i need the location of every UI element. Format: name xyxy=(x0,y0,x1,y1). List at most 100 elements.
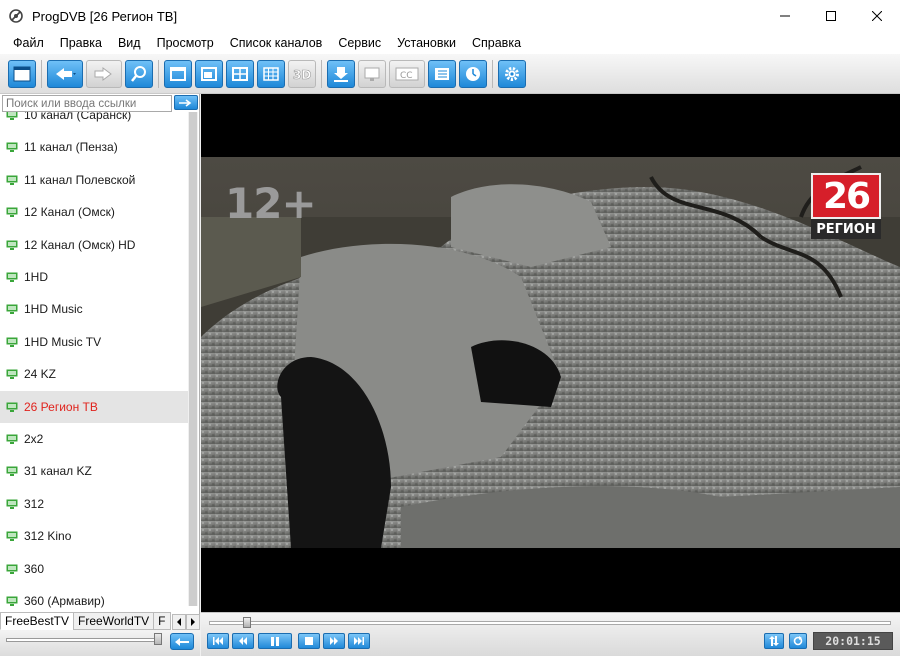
3d-icon: 3D xyxy=(293,67,312,82)
tab-scroll-left-button[interactable] xyxy=(171,614,186,630)
menu-settings[interactable]: Установки xyxy=(389,32,464,54)
video-view[interactable]: 12+ 26 РЕГИОН xyxy=(201,94,900,612)
menu-service[interactable]: Сервис xyxy=(330,32,389,54)
seek-slider-thumb[interactable] xyxy=(242,617,251,628)
settings-button[interactable] xyxy=(498,59,526,88)
channel-name: 11 канал Полевской xyxy=(24,172,136,187)
tv-icon xyxy=(6,142,18,153)
volume-slider-thumb[interactable] xyxy=(154,633,162,645)
swap-channel-button[interactable] xyxy=(170,633,194,650)
subtitles-icon: CC xyxy=(395,67,419,81)
single-view-button[interactable] xyxy=(164,59,192,88)
minimize-icon xyxy=(780,15,790,17)
channel-item[interactable]: 31 канал KZ xyxy=(0,455,188,487)
channel-item[interactable]: 360 xyxy=(0,553,188,585)
skip-start-button[interactable] xyxy=(207,633,229,649)
menu-watch[interactable]: Просмотр xyxy=(149,32,222,54)
channel-logo-number: 26 xyxy=(811,173,881,219)
epg-list-icon xyxy=(435,67,449,80)
channel-item[interactable]: 12 Канал (Омск) xyxy=(0,196,188,228)
rewind-button[interactable] xyxy=(232,633,254,649)
skip-end-icon xyxy=(354,637,364,645)
subtitles-button[interactable]: CC xyxy=(389,59,425,88)
fast-forward-button[interactable] xyxy=(323,633,345,649)
back-icon xyxy=(56,67,76,80)
seek-track[interactable] xyxy=(209,621,891,625)
minimize-button[interactable] xyxy=(762,0,808,32)
forward-button[interactable] xyxy=(86,59,122,88)
tv-icon xyxy=(6,304,18,315)
quad-view-button[interactable] xyxy=(226,59,254,88)
record-button[interactable] xyxy=(327,59,355,88)
search-input[interactable] xyxy=(2,95,172,112)
stop-icon xyxy=(305,637,313,645)
3d-label: 3D xyxy=(293,68,311,82)
menu-view[interactable]: Вид xyxy=(110,32,149,54)
channel-item[interactable]: 26 Регион ТВ xyxy=(0,390,188,423)
tab-freebesttv[interactable]: FreeBestTV xyxy=(0,612,75,630)
fast-forward-icon xyxy=(330,637,338,645)
channel-item[interactable]: 11 канал Полевской xyxy=(0,164,188,196)
title-bar[interactable]: ProgDVB [26 Регион ТВ] xyxy=(0,0,900,32)
stop-button[interactable] xyxy=(298,633,320,649)
search-go-button[interactable] xyxy=(174,95,198,110)
channel-logo-word: РЕГИОН xyxy=(811,219,881,239)
tv-icon xyxy=(6,596,18,606)
scrollbar-thumb[interactable] xyxy=(189,112,197,606)
menu-file[interactable]: Файл xyxy=(5,32,52,54)
toolbar: 3D CC xyxy=(0,54,900,94)
maximize-icon xyxy=(826,11,836,21)
menu-help[interactable]: Справка xyxy=(464,32,529,54)
channel-item[interactable]: 1HD Music xyxy=(0,293,188,325)
audio-tracks-button[interactable] xyxy=(764,633,784,649)
search-row xyxy=(2,95,198,113)
channel-name: 2x2 xyxy=(24,432,44,446)
tab-scroll-right-button[interactable] xyxy=(185,614,200,630)
volume-track[interactable] xyxy=(6,638,162,642)
zoom-button[interactable] xyxy=(125,59,153,88)
refresh-icon xyxy=(793,636,803,646)
channel-item[interactable]: 12 Канал (Омск) HD xyxy=(0,229,188,261)
window-view-button[interactable] xyxy=(195,59,223,88)
scheduler-button[interactable] xyxy=(459,59,487,88)
arrow-right-icon xyxy=(179,98,192,107)
chevron-right-icon xyxy=(190,618,195,626)
channel-item[interactable]: 1HD xyxy=(0,261,188,293)
teletext-button[interactable] xyxy=(358,59,386,88)
tab-freeworldtv[interactable]: FreeWorldTV xyxy=(73,612,155,630)
tv-icon xyxy=(6,466,18,477)
channel-list-scrollbar[interactable] xyxy=(188,112,198,606)
epg-list-button[interactable] xyxy=(428,59,456,88)
pause-button[interactable] xyxy=(258,633,292,649)
3d-button[interactable]: 3D xyxy=(288,59,316,88)
grid-view-button[interactable] xyxy=(257,59,285,88)
channel-item[interactable]: 312 xyxy=(0,488,188,520)
channel-item[interactable]: 11 канал (Пенза) xyxy=(0,131,188,163)
channel-name: 360 xyxy=(24,561,45,576)
menu-edit[interactable]: Правка xyxy=(52,32,110,54)
channel-item[interactable]: 24 KZ xyxy=(0,358,188,390)
channel-item[interactable]: 2x2 xyxy=(0,423,188,455)
close-button[interactable] xyxy=(854,0,900,32)
forward-icon xyxy=(94,66,112,81)
channel-item[interactable]: 10 канал (Саранск) xyxy=(0,112,188,131)
channel-name: 12 Канал (Омск) HD xyxy=(24,237,136,252)
channel-name: 1HD Music xyxy=(24,302,83,317)
scheduler-clock-icon xyxy=(466,66,480,81)
maximize-button[interactable] xyxy=(808,0,854,32)
channel-panel: 10 канал (Саранск) 11 канал (Пенза) 11 кан… xyxy=(0,94,200,656)
skip-end-button[interactable] xyxy=(348,633,370,649)
channel-list-button[interactable] xyxy=(8,59,36,88)
back-button[interactable] xyxy=(47,59,83,88)
skip-start-icon xyxy=(213,637,223,645)
quad-view-icon xyxy=(232,66,248,81)
menu-channel-list[interactable]: Список каналов xyxy=(222,32,331,54)
tv-icon xyxy=(6,531,18,542)
tab-f[interactable]: F xyxy=(153,612,171,630)
channel-item[interactable]: 312 Kino xyxy=(0,520,188,552)
tv-icon xyxy=(6,175,18,185)
channel-item[interactable]: 1HD Music TV xyxy=(0,326,188,358)
refresh-button[interactable] xyxy=(789,633,807,649)
channel-list: 10 канал (Саранск) 11 канал (Пенза) 11 кан… xyxy=(0,112,188,622)
tv-icon xyxy=(6,112,18,120)
